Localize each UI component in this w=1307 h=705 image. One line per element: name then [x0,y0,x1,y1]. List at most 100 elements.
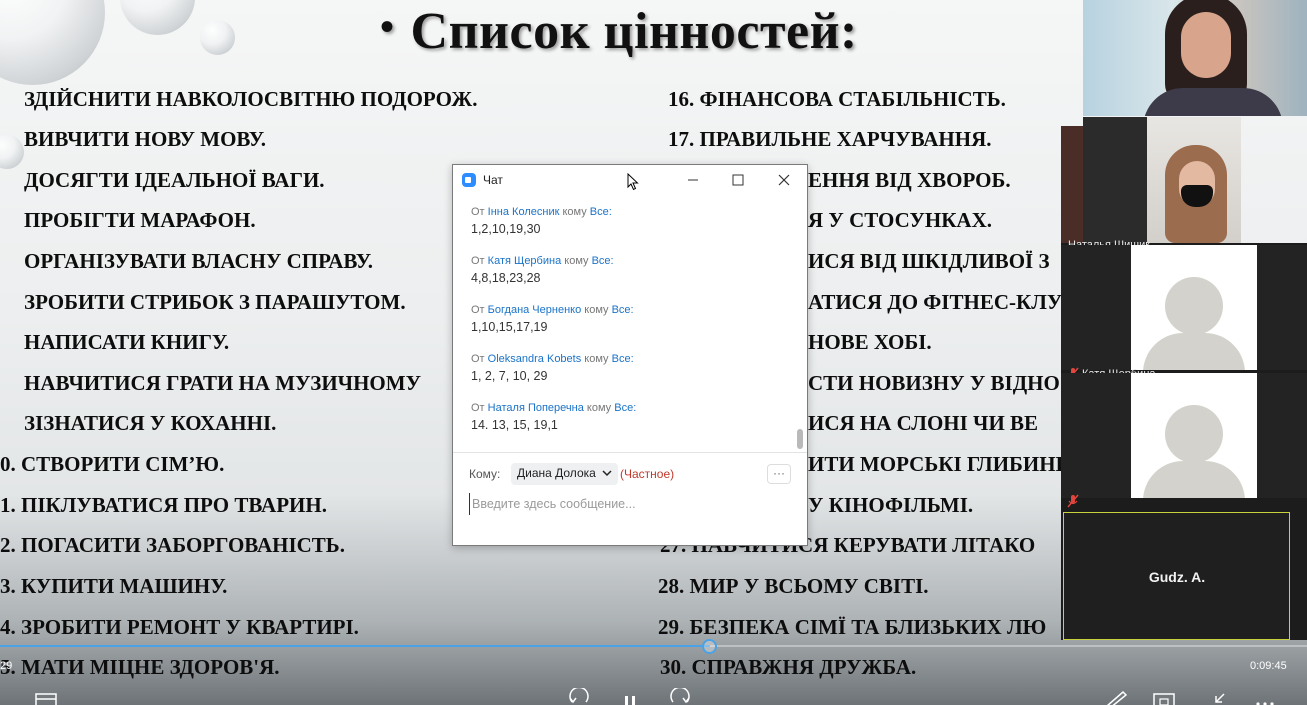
value-item: 16. ФІНАНСОВА СТАБІЛЬНІСТЬ. [668,87,1006,111]
avatar-body [1143,461,1245,498]
chat-message-list[interactable]: От Інна Колесник кому Все: 1,2,10,19,30 … [453,201,793,451]
chat-title: Чат [483,173,503,187]
value-item: 1. ПІКЛУВАТИСЯ ПРО ТВАРИН. [0,493,327,517]
message-text: 1,10,15,17,19 [471,320,548,334]
to-label: кому [586,402,612,414]
recipient-name: Все: [614,402,637,414]
from-label: От [471,402,485,414]
value-item: НАВЧИТИСЯ ГРАТИ НА МУЗИЧНОМУ [24,371,421,395]
value-item: 29. БЕЗПЕКА СІМЇ ТА БЛИЗЬКИХ ЛЮ [658,615,1047,639]
value-item: СТИ НОВИЗНУ У ВІДНО [808,371,1060,395]
video-tile-participant[interactable] [1061,245,1307,370]
avatar-body [1143,333,1245,370]
progress-fill [0,645,710,647]
chat-scrollbar[interactable] [797,429,803,449]
bubble-decoration [0,0,105,85]
total-time: 0:09:45 [1250,660,1287,672]
from-label: От [471,353,485,365]
from-label: От [471,206,485,218]
value-item: АТИСЯ ДО ФІТНЕС-КЛУ [808,290,1063,314]
rewind-icon[interactable] [566,688,592,705]
sender-name[interactable]: Oleksandra Kobets [488,353,582,365]
person-body [1143,88,1283,116]
video-tile-participant[interactable] [1061,373,1307,498]
sender-name[interactable]: Наталя Поперечна [488,402,584,414]
value-item: ЗРОБИТИ СТРИБОК З ПАРАШУТОМ. [24,290,406,314]
value-item: 28. МИР У ВСЬОМУ СВІТІ. [658,574,929,598]
pause-icon[interactable] [617,688,643,705]
recipient-name: Все: [591,255,614,267]
panel-strip [1061,126,1083,243]
video-tile-participant[interactable] [1083,117,1241,243]
slide-title-text: Список цінностей: [410,3,858,60]
more-options-button[interactable]: ··· [767,464,791,484]
chat-window[interactable]: Чат От Інна Колесник кому Все: 1,2,10,19… [452,164,808,546]
value-item: ЗДІЙСНИТИ НАВКОЛОСВІТНЮ ПОДОРОЖ. [24,87,478,111]
value-item: 5. МАТИ МІЦНЕ ЗДОРОВ'Я. [0,655,280,679]
from-label: От [471,304,485,316]
sender-name[interactable]: Катя Щербина [488,255,562,267]
progress-knob[interactable] [702,639,717,654]
value-item: ПРОБІГТИ МАРАФОН. [24,208,256,232]
chat-message[interactable]: От Oleksandra Kobets кому Все: 1, 2, 7, … [471,353,634,383]
bullet-icon: • [380,4,395,49]
value-item: ОРГАНІЗУВАТИ ВЛАСНУ СПРАВУ. [24,249,373,273]
current-time: 29 [0,660,13,672]
minimize-icon[interactable] [682,169,704,191]
from-label: От [471,255,485,267]
chat-message[interactable]: От Катя Щербина кому Все: 4,8,18,23,28 [471,255,614,285]
mic-muted-icon [1067,494,1079,508]
avatar-head [1165,405,1223,463]
pen-icon[interactable] [1103,688,1129,705]
sender-name[interactable]: Богдана Черненко [488,304,582,316]
to-label: Кому: [469,467,501,481]
value-item: НАПИСАТИ КНИГУ. [24,330,230,354]
mouse-cursor-icon [627,173,639,191]
recipient-name: Все: [589,206,612,218]
video-tile-host[interactable] [1083,0,1307,116]
value-item: ВИВЧИТИ НОВУ МОВУ. [24,127,266,151]
recipient-name: Все: [611,353,634,365]
forward-icon[interactable] [667,688,693,705]
chat-titlebar[interactable]: Чат [453,165,807,195]
bubble-decoration [0,135,24,169]
to-label: кому [564,255,589,267]
sender-name[interactable]: Інна Колесник [488,206,560,218]
value-item: 0. СТВОРИТИ СІМ’Ю. [0,452,225,476]
value-item: ЗІЗНАТИСЯ У КОХАННІ. [24,411,277,435]
message-header: От Інна Колесник кому Все: [471,206,612,218]
value-item: ИТИ МОРСЬКІ ГЛИБИНИ [808,452,1072,476]
value-item: ИСЯ ВІД ШКІДЛИВОЇ З [808,249,1050,273]
person-face [1181,12,1231,78]
slide-title: • Список цінностей: [380,2,940,60]
maximize-icon[interactable] [727,169,749,191]
close-icon[interactable] [773,169,795,191]
avatar-head [1165,277,1223,335]
chat-message[interactable]: От Богдана Черненко кому Все: 1,10,15,17… [471,304,634,334]
message-header: От Oleksandra Kobets кому Все: [471,353,634,365]
chat-message[interactable]: От Наталя Поперечна кому Все: 14. 13, 15… [471,402,636,432]
avatar [1131,245,1257,370]
message-header: От Богдана Черненко кому Все: [471,304,634,316]
to-label: кому [584,353,609,365]
message-text: 14. 13, 15, 19,1 [471,418,558,432]
chat-message[interactable]: От Інна Колесник кому Все: 1,2,10,19,30 [471,206,612,236]
divider [453,452,807,453]
collapse-icon[interactable] [1204,688,1230,705]
avatar [1131,373,1257,498]
recipient-select-value: Диана Долока [517,466,596,480]
to-label: кому [562,206,587,218]
recipient-select[interactable]: Диана Долока [511,463,619,485]
message-text: 1,2,10,19,30 [471,222,541,236]
zoom-logo-icon [462,173,476,187]
video-tile-participant[interactable]: Gudz. A. [1063,512,1290,640]
value-item: ЕННЯ ВІД ХВОРОБ. [808,168,1011,192]
screenshot-icon[interactable] [1151,688,1177,705]
value-item: Я У СТОСУНКАХ. [808,208,993,232]
message-text: 4,8,18,23,28 [471,271,541,285]
more-icon[interactable] [1252,688,1278,705]
chat-message-input[interactable] [469,493,789,515]
value-item: НОВЕ ХОБІ. [808,330,932,354]
playlist-icon[interactable] [34,688,60,705]
bubble-decoration [120,0,195,35]
